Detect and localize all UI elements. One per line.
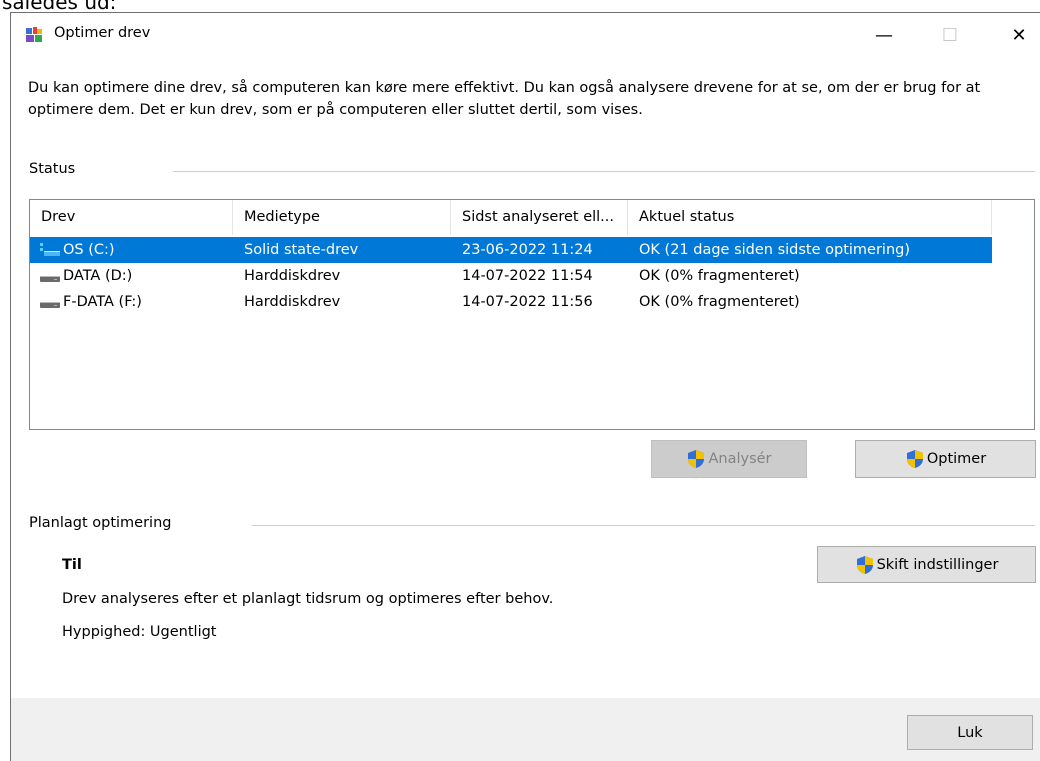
drives-list-header: Drev Medietype Sidst analyseret ell... A…: [30, 200, 1034, 235]
window-title: Optimer drev: [54, 25, 151, 41]
drive-name: F-DATA (F:): [63, 294, 142, 310]
maximize-icon: ☐: [941, 24, 959, 46]
dialog-footer: Luk: [11, 698, 1040, 761]
change-settings-button[interactable]: Skift indstillinger: [817, 546, 1036, 583]
drive-status: OK (21 dage siden sidste optimering): [639, 242, 911, 258]
drives-list[interactable]: Drev Medietype Sidst analyseret ell... A…: [29, 199, 1035, 430]
scheduled-optimization-label: Planlagt optimering: [29, 515, 172, 531]
optimize-button[interactable]: Optimer: [855, 440, 1036, 478]
close-window-button[interactable]: ✕: [996, 13, 1040, 57]
uac-shield-icon: [906, 450, 923, 468]
ssd-drive-icon: [40, 243, 60, 256]
title-bar[interactable]: Optimer drev — ☐ ✕: [11, 13, 1040, 57]
minimize-icon: —: [875, 24, 893, 46]
drive-last-analyzed: 14-07-2022 11:54: [462, 268, 593, 284]
schedule-frequency: Hyppighed: Ugentligt: [62, 624, 217, 640]
drive-last-analyzed: 23-06-2022 11:24: [462, 242, 593, 258]
maximize-button: ☐: [927, 13, 973, 57]
drive-row-c[interactable]: OS (C:) Solid state-drev 23-06-2022 11:2…: [30, 237, 992, 263]
drive-status: OK (0% fragmenteret): [639, 294, 800, 310]
defrag-app-icon: [26, 27, 42, 42]
column-header-current-status[interactable]: Aktuel status: [628, 200, 992, 235]
background-caption-text: således ud:: [2, 0, 117, 14]
drive-media-type: Solid state-drev: [244, 242, 359, 258]
schedule-divider: [252, 525, 1035, 526]
column-header-media-type[interactable]: Medietype: [233, 200, 451, 235]
drive-media-type: Harddiskdrev: [244, 294, 341, 310]
drive-row-f[interactable]: F-DATA (F:) Harddiskdrev 14-07-2022 11:5…: [30, 289, 992, 315]
status-section-label: Status: [29, 161, 76, 177]
hdd-drive-icon: [40, 276, 60, 282]
intro-text: Du kan optimere dine drev, så computeren…: [28, 80, 981, 118]
optimize-label: Optimer: [926, 451, 987, 467]
minimize-button[interactable]: —: [861, 13, 907, 57]
drive-name: OS (C:): [63, 242, 115, 258]
optimize-drives-window: Optimer drev — ☐ ✕ Du kan optimere dine …: [10, 12, 1040, 761]
analyze-button: Analysér: [651, 440, 807, 478]
schedule-state: Til: [62, 557, 82, 573]
status-divider: [173, 171, 1035, 172]
analyze-label: Analysér: [708, 451, 772, 467]
drive-row-d[interactable]: DATA (D:) Harddiskdrev 14-07-2022 11:54 …: [30, 263, 992, 289]
drive-status: OK (0% fragmenteret): [639, 268, 800, 284]
close-label: Luk: [957, 724, 983, 741]
column-header-last-analyzed[interactable]: Sidst analyseret ell...: [451, 200, 628, 235]
uac-shield-icon: [856, 555, 873, 574]
schedule-description: Drev analyseres efter et planlagt tidsru…: [62, 591, 554, 607]
drive-last-analyzed: 14-07-2022 11:56: [462, 294, 593, 310]
hdd-drive-icon: [40, 302, 60, 308]
drive-name: DATA (D:): [63, 268, 133, 284]
close-icon: ✕: [1011, 24, 1027, 46]
change-settings-label: Skift indstillinger: [876, 556, 999, 573]
column-header-drive[interactable]: Drev: [30, 200, 233, 235]
drive-media-type: Harddiskdrev: [244, 268, 341, 284]
uac-shield-icon: [688, 450, 705, 468]
close-button[interactable]: Luk: [907, 715, 1033, 750]
